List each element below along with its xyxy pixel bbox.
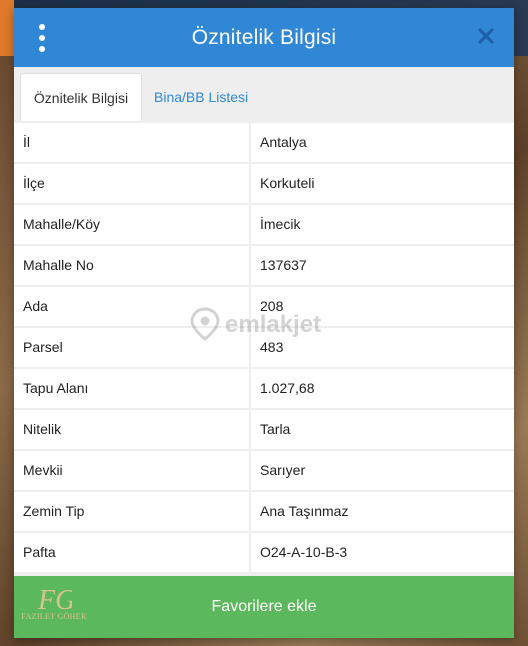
table-row: Mahalle/Köy İmecik — [14, 205, 514, 244]
tab-building-list[interactable]: Bina/BB Listesi — [154, 73, 248, 121]
table-row: Pafta O24-A-10-B-3 — [14, 533, 514, 572]
attribute-key: Pafta — [14, 533, 249, 572]
table-row: Mahalle No 137637 — [14, 246, 514, 285]
attribute-value: 137637 — [251, 246, 514, 285]
more-vertical-icon[interactable] — [34, 24, 50, 52]
attribute-key: Parsel — [14, 328, 249, 367]
dialog-title: Öznitelik Bilgisi — [191, 26, 337, 49]
attribute-value: İmecik — [251, 205, 514, 244]
table-row: Tapu Alanı 1.027,68 — [14, 369, 514, 408]
attribute-value: 483 — [251, 328, 514, 367]
attribute-key: Mahalle No — [14, 246, 249, 285]
attribute-key: Ada — [14, 287, 249, 326]
table-row: Parsel 483 — [14, 328, 514, 367]
tab-attribute-info[interactable]: Öznitelik Bilgisi — [20, 73, 142, 122]
attribute-value: Antalya — [251, 123, 514, 162]
attribute-key: İl — [14, 123, 249, 162]
attribute-value: 208 — [251, 287, 514, 326]
table-row: Mevkii Sarıyer — [14, 451, 514, 490]
add-to-favorites-label: Favorilere ekle — [211, 598, 317, 615]
table-row: Ada 208 — [14, 287, 514, 326]
attribute-value: Sarıyer — [251, 451, 514, 490]
close-icon[interactable] — [472, 22, 500, 50]
table-row: İlçe Korkuteli — [14, 164, 514, 203]
attribute-key: Nitelik — [14, 410, 249, 449]
attribute-value: Ana Taşınmaz — [251, 492, 514, 531]
attribute-key: Mevkii — [14, 451, 249, 490]
attribute-value: O24-A-10-B-3 — [251, 533, 514, 572]
table-row: Nitelik Tarla — [14, 410, 514, 449]
dialog-header: Öznitelik Bilgisi — [14, 8, 514, 67]
attribute-table: İl Antalya İlçe Korkuteli Mahalle/Köy İm… — [14, 121, 514, 576]
attribute-info-dialog: Öznitelik Bilgisi Öznitelik Bilgisi Bina… — [14, 8, 514, 638]
attribute-key: Zemin Tip — [14, 492, 249, 531]
table-row: İl Antalya — [14, 123, 514, 162]
tab-bar: Öznitelik Bilgisi Bina/BB Listesi — [14, 67, 514, 122]
table-row: Zemin Tip Ana Taşınmaz — [14, 492, 514, 531]
attribute-key: İlçe — [14, 164, 249, 203]
add-to-favorites-button[interactable]: FG FAZILET GÖHER Favorilere ekle — [14, 576, 514, 638]
attribute-value: Korkuteli — [251, 164, 514, 203]
attribute-value: Tarla — [251, 410, 514, 449]
attribute-value: 1.027,68 — [251, 369, 514, 408]
attribute-key: Mahalle/Köy — [14, 205, 249, 244]
background-accent — [0, 0, 14, 56]
attribute-key: Tapu Alanı — [14, 369, 249, 408]
